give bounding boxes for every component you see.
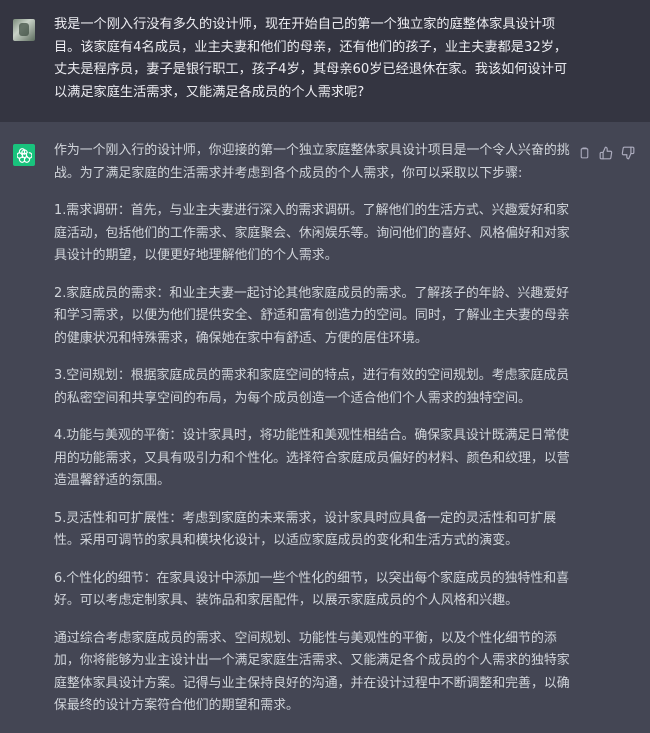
answer-paragraph: 通过综合考虑家庭成员的需求、空间规划、功能性与美观性的平衡，以及个性化细节的添加… xyxy=(54,630,570,714)
openai-logo-icon xyxy=(13,144,35,166)
answer-paragraph: 2.家庭成员的需求：和业主夫妻一起讨论其他家庭成员的需求。了解孩子的年龄、兴趣爱… xyxy=(54,285,570,346)
answer-paragraph: 1.需求调研：首先，与业主夫妻进行深入的需求调研。了解他们的生活方式、兴趣爱好和… xyxy=(54,203,570,263)
thumbs-down-icon xyxy=(621,146,635,160)
answer-paragraph: 4.功能与美观的平衡：设计家具时，将功能性和美观性相结合。确保家具设计既满足日常… xyxy=(54,428,570,488)
thumbs-down-button[interactable] xyxy=(620,145,636,161)
assistant-message: 作为一个刚入行的设计师，你迎接的第一个独立家庭整体家具设计项目是一个令人兴奋的挑… xyxy=(0,122,650,733)
answer-paragraph: 3.空间规划：根据家庭成员的需求和家庭空间的特点，进行有效的空间规划。考虑家庭成… xyxy=(54,368,570,406)
answer-paragraph: 作为一个刚入行的设计师，你迎接的第一个独立家庭整体家具设计项目是一个令人兴奋的挑… xyxy=(54,143,570,181)
user-message: 我是一个刚入行没有多久的设计师，现在开始自己的第一个独立家的庭整体家具设计项目。… xyxy=(0,0,650,123)
assistant-message-body: 作为一个刚入行的设计师，你迎接的第一个独立家庭整体家具设计项目是一个令人兴奋的挑… xyxy=(54,140,576,733)
user-message-text: 我是一个刚入行没有多久的设计师，现在开始自己的第一个独立家的庭整体家具设计项目。… xyxy=(54,17,568,100)
copy-icon xyxy=(578,146,591,160)
thumbs-up-icon xyxy=(599,146,613,160)
user-avatar xyxy=(13,19,35,41)
answer-paragraph: 6.个性化的细节：在家具设计中添加一些个性化的细节，以突出每个家庭成员的独特性和… xyxy=(54,570,570,609)
thumbs-up-button[interactable] xyxy=(598,145,614,161)
copy-button[interactable] xyxy=(576,145,592,161)
answer-paragraph: 5.灵活性和可扩展性：考虑到家庭的未来需求，设计家具时应具备一定的灵活性和可扩展… xyxy=(54,510,557,549)
message-actions xyxy=(576,145,636,161)
